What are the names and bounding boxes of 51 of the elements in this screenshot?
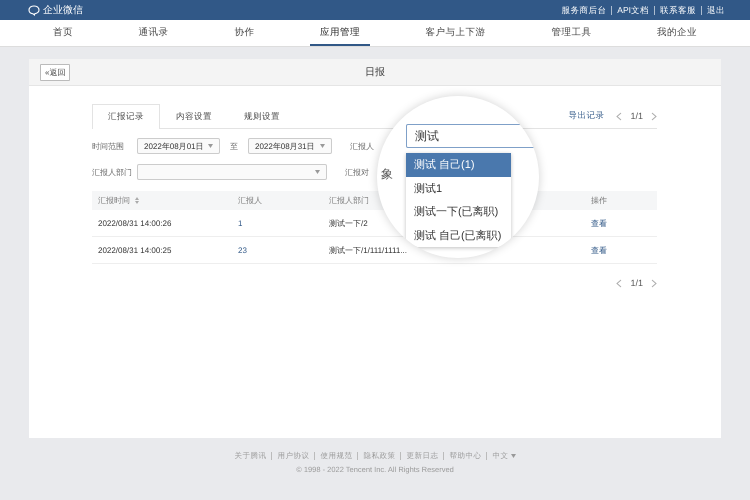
- dropdown-option[interactable]: 测试 自己(1): [406, 153, 511, 176]
- nav-tab[interactable]: 客户与上下游: [416, 20, 496, 46]
- nav-tab[interactable]: 协作: [224, 20, 264, 46]
- caret-icon: [510, 454, 516, 458]
- dropdown-option[interactable]: 测试1: [406, 176, 511, 200]
- table-cell: 23: [232, 236, 323, 264]
- table-cell: 2022/08/31 14:00:25: [92, 236, 232, 264]
- logo-icon: [28, 4, 40, 16]
- page-indicator: 1/1: [630, 278, 643, 288]
- next-page-icon[interactable]: [651, 278, 657, 288]
- field-label: 汇报人部门: [92, 166, 133, 178]
- previous-page-icon[interactable]: [616, 278, 622, 288]
- top-link[interactable]: 服务商后台: [556, 6, 612, 14]
- table-cell: 2022/08/31 14:00:26: [92, 210, 232, 236]
- next-page-icon[interactable]: [651, 112, 657, 120]
- top-link[interactable]: 联系客服: [654, 6, 701, 14]
- tab[interactable]: 规则设置: [228, 104, 296, 128]
- previous-page-icon[interactable]: [616, 112, 622, 120]
- export-link[interactable]: 导出记录: [568, 110, 604, 122]
- page-title: 日报: [365, 67, 385, 78]
- column-header: 汇报时间: [98, 195, 130, 206]
- caret-icon: [208, 144, 213, 148]
- view-link[interactable]: 查看: [591, 246, 607, 254]
- field-label: 汇报人: [350, 140, 374, 152]
- view-link[interactable]: 查看: [591, 218, 607, 228]
- caret-icon: [320, 144, 325, 148]
- date-select[interactable]: 2022年08月31日: [248, 138, 332, 154]
- nav-tab[interactable]: 我的企业: [647, 20, 708, 46]
- sort-icon[interactable]: [135, 197, 139, 204]
- nav-tab[interactable]: 通讯录: [128, 20, 179, 46]
- field-label: 象: [381, 166, 393, 183]
- column-header: 汇报人部门: [329, 196, 369, 205]
- top-link[interactable]: 退出: [701, 6, 730, 14]
- nav-tab[interactable]: 首页: [42, 20, 83, 46]
- back-button[interactable]: «返回: [40, 64, 70, 80]
- tab[interactable]: 内容设置: [160, 104, 228, 128]
- field-label: 时间范围: [92, 140, 125, 152]
- department-select[interactable]: [137, 164, 327, 180]
- column-header: 汇报人: [238, 196, 262, 205]
- date-select[interactable]: 2022年08月01日: [137, 138, 220, 154]
- caret-icon: [315, 170, 320, 174]
- tab[interactable]: 汇报记录: [92, 104, 160, 129]
- top-link[interactable]: API文档: [611, 6, 654, 14]
- field-label: 汇报对: [345, 166, 369, 178]
- column-header: 操作: [591, 196, 607, 205]
- logo-text: 企业微信: [43, 4, 83, 17]
- nav-tab[interactable]: 应用管理: [310, 20, 370, 46]
- range-separator: 至: [230, 140, 238, 152]
- nav-tab[interactable]: 管理工具: [541, 20, 602, 46]
- table-cell: 1: [232, 210, 323, 236]
- page-indicator: 1/1: [630, 111, 643, 121]
